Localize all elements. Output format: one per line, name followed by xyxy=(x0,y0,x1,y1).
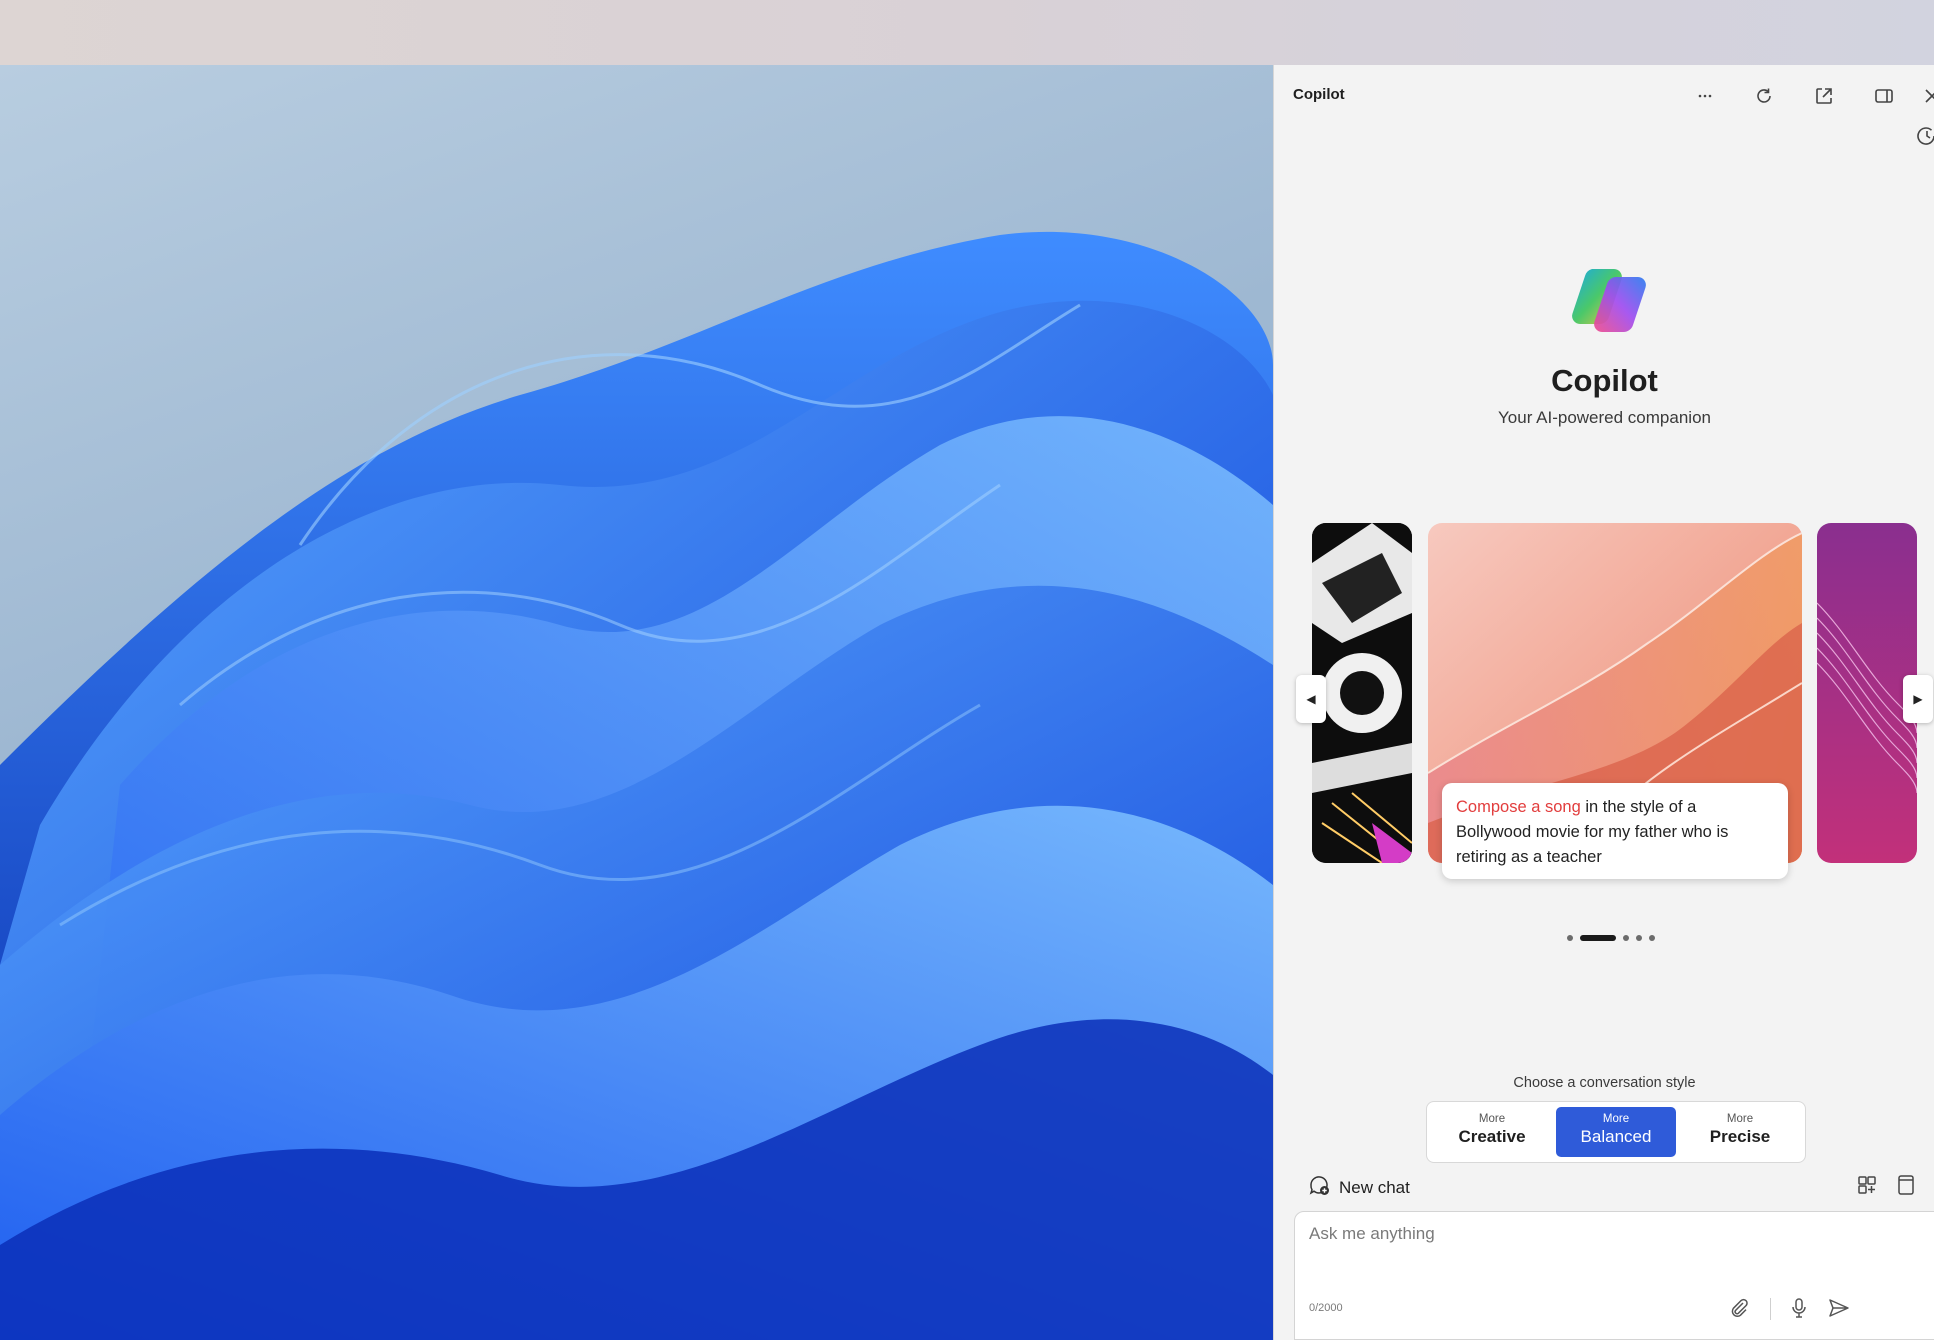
prompt-suggestion-card[interactable]: Compose a song in the style of a Bollywo… xyxy=(1442,783,1788,879)
hero-title: Copilot xyxy=(1551,363,1658,398)
input-divider xyxy=(1770,1298,1771,1320)
style-option-label: Creative xyxy=(1458,1127,1526,1146)
desktop-wallpaper xyxy=(0,65,1273,1340)
refresh-button[interactable] xyxy=(1747,79,1781,113)
hero-subtitle: Your AI-powered companion xyxy=(1498,408,1711,427)
prompt-carousel: Compose a song in the style of a Bollywo… xyxy=(1274,523,1934,885)
bloom-wallpaper-graphic xyxy=(0,231,1273,1340)
conversation-style-label: Choose a conversation style xyxy=(1513,1075,1696,1091)
window-top-strip xyxy=(0,0,1934,65)
chat-input[interactable] xyxy=(1309,1224,1869,1244)
style-option-label: Balanced xyxy=(1580,1127,1652,1146)
open-external-button[interactable] xyxy=(1807,79,1841,113)
history-icon xyxy=(1917,127,1934,145)
titlebar: Copilot xyxy=(1274,65,1934,125)
style-balanced-button[interactable]: More Balanced xyxy=(1556,1107,1676,1157)
send-button[interactable] xyxy=(1827,1296,1851,1320)
attach-button[interactable] xyxy=(1727,1296,1751,1320)
close-icon xyxy=(1925,89,1934,103)
new-chat-button[interactable]: New chat xyxy=(1307,1173,1410,1202)
plugins-button[interactable] xyxy=(1855,1173,1879,1197)
style-creative-button[interactable]: More Creative xyxy=(1432,1107,1552,1157)
carousel-dot[interactable] xyxy=(1649,935,1655,941)
new-chat-label: New chat xyxy=(1339,1177,1410,1197)
grid-plus-icon xyxy=(1858,1176,1876,1194)
abstract-art-image xyxy=(1312,523,1412,863)
microphone-icon xyxy=(1792,1298,1806,1318)
chevron-left-icon: ◀ xyxy=(1306,692,1316,706)
new-chat-icon xyxy=(1307,1173,1331,1202)
chevron-right-icon: ▶ xyxy=(1913,692,1923,706)
carousel-next-button[interactable]: ▶ xyxy=(1903,675,1933,723)
purple-waves-image xyxy=(1817,523,1917,863)
copilot-logo-icon xyxy=(1572,269,1646,332)
chat-input-box: 0/2000 xyxy=(1294,1211,1934,1340)
dock-side-button[interactable] xyxy=(1867,79,1901,113)
prompt-highlight: Compose a song xyxy=(1456,798,1581,816)
history-button[interactable] xyxy=(1912,121,1934,151)
more-horizontal-icon xyxy=(1698,94,1712,98)
send-icon xyxy=(1829,1299,1849,1317)
close-button[interactable] xyxy=(1915,79,1934,113)
style-option-label: Precise xyxy=(1709,1127,1771,1146)
style-option-prefix: More xyxy=(1602,1113,1630,1125)
style-option-prefix: More xyxy=(1726,1113,1754,1125)
conversation-style-selector: More Creative More Balanced More Precise xyxy=(1426,1101,1806,1163)
carousel-card-next[interactable] xyxy=(1817,523,1917,863)
carousel-dot-active[interactable] xyxy=(1580,935,1616,941)
carousel-dot[interactable] xyxy=(1636,935,1642,941)
copilot-logo xyxy=(1564,255,1654,345)
dock-side-icon xyxy=(1875,89,1893,103)
refresh-icon xyxy=(1757,88,1771,103)
open-external-icon xyxy=(1816,88,1832,104)
style-precise-button[interactable]: More Precise xyxy=(1680,1107,1800,1157)
copilot-panel: Copilot Copilot Your AI-powered companio… xyxy=(1273,65,1934,1340)
carousel-pagination xyxy=(1567,933,1655,943)
style-option-prefix: More xyxy=(1478,1113,1506,1125)
carousel-dot[interactable] xyxy=(1623,935,1629,941)
app-title: Copilot xyxy=(1293,86,1345,103)
carousel-card-previous[interactable] xyxy=(1312,523,1412,863)
more-options-button[interactable] xyxy=(1688,79,1722,113)
voice-input-button[interactable] xyxy=(1787,1296,1811,1320)
paperclip-icon xyxy=(1731,1298,1748,1318)
carousel-prev-button[interactable]: ◀ xyxy=(1296,675,1326,723)
carousel-dot[interactable] xyxy=(1567,935,1573,941)
notebook-button[interactable] xyxy=(1894,1173,1918,1197)
character-counter: 0/2000 xyxy=(1309,1302,1343,1314)
notebook-icon xyxy=(1898,1175,1914,1195)
